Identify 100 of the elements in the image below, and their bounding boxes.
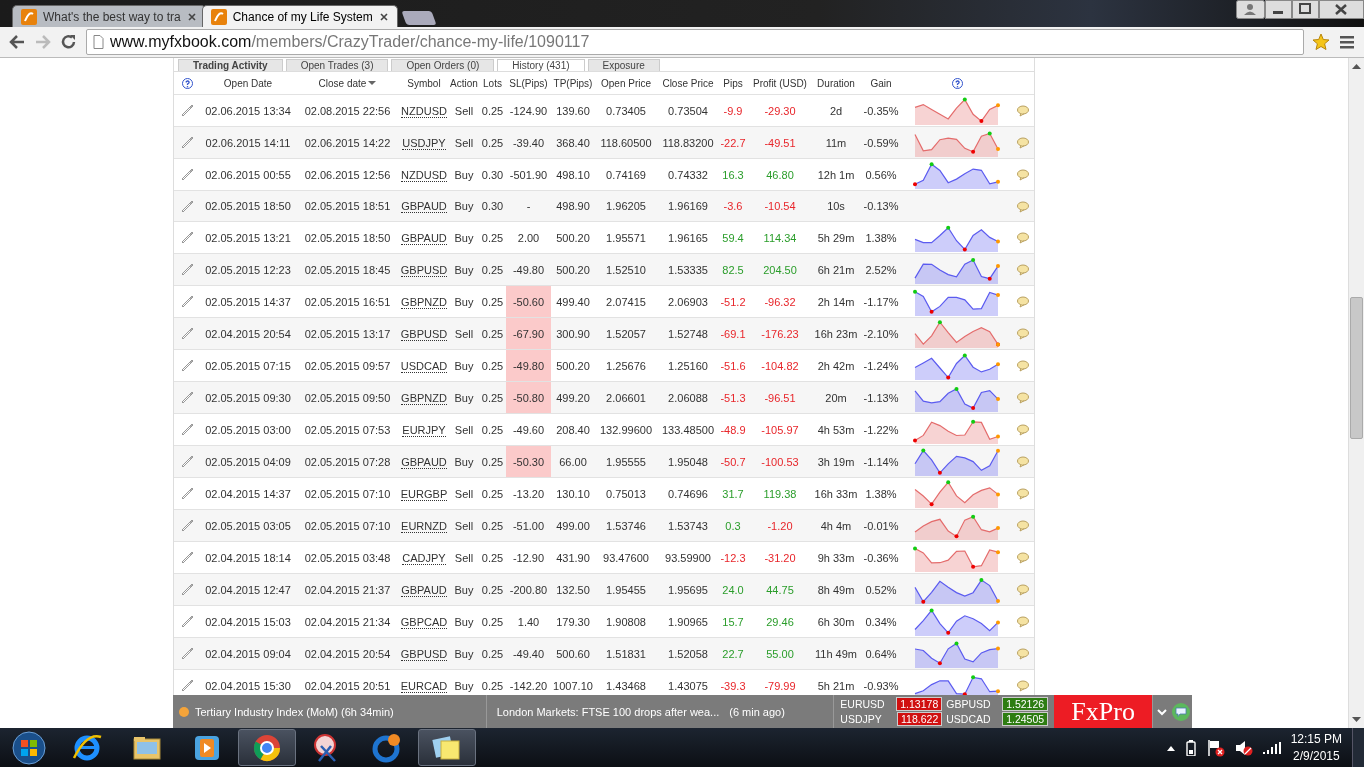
comment-icon[interactable] <box>1016 264 1029 277</box>
table-cell: -51.00 <box>512 519 545 532</box>
table-cell: 02.04.2015 20:54 <box>304 647 391 660</box>
table-cell: 55.00 <box>766 647 794 660</box>
scroll-up-icon[interactable] <box>1352 64 1361 69</box>
comment-icon[interactable] <box>1016 616 1029 629</box>
back-icon[interactable] <box>8 33 26 51</box>
column-header[interactable]: Close Price <box>662 77 714 89</box>
symbol-link[interactable]: EURCAD <box>400 679 448 693</box>
table-cell: 0.30 <box>481 200 504 212</box>
table-cell: 1.90965 <box>668 615 708 628</box>
column-header[interactable]: TP(Pips) <box>553 77 593 89</box>
comment-icon[interactable] <box>1016 296 1029 309</box>
column-header[interactable]: Lots <box>483 77 502 89</box>
comment-icon[interactable] <box>1016 488 1029 501</box>
table-cell: -50.80 <box>512 391 545 404</box>
column-header[interactable]: Duration <box>817 77 855 89</box>
page-tab[interactable]: Open Orders (0) <box>391 59 495 71</box>
menu-icon[interactable] <box>1338 33 1356 51</box>
table-cell: 1.52748 <box>668 327 708 340</box>
page-tab[interactable]: History (431) <box>497 59 585 71</box>
action-center-flag-icon[interactable] <box>1206 738 1225 757</box>
comment-icon[interactable] <box>1016 424 1029 437</box>
page-tab[interactable]: Exposure <box>587 59 660 71</box>
forward-icon[interactable] <box>34 33 52 51</box>
battery-icon[interactable] <box>1184 739 1197 756</box>
start-button-icon[interactable] <box>12 730 46 765</box>
volume-muted-icon[interactable] <box>1234 738 1253 757</box>
star-icon[interactable] <box>1312 33 1330 51</box>
address-field[interactable]: www.myfxbook.com/members/CrazyTrader/chance-my-life/1090117 <box>86 29 1304 55</box>
help-icon[interactable] <box>181 77 193 89</box>
comment-icon[interactable] <box>1016 456 1029 469</box>
page-tab[interactable]: Trading Activity <box>178 59 283 71</box>
table-cell: 0.25 <box>481 487 504 500</box>
show-hidden-icons-icon[interactable] <box>1166 744 1175 751</box>
table-cell: 02.05.2015 09:50 <box>304 391 391 404</box>
table-cell: 0.74696 <box>668 487 708 500</box>
symbol-link[interactable]: EURGBP <box>400 487 448 501</box>
reload-icon[interactable] <box>60 33 78 51</box>
table-cell: -1.14% <box>863 455 899 468</box>
symbol-link[interactable]: NZDUSD <box>401 168 447 182</box>
signal-icon[interactable] <box>1262 741 1281 754</box>
user-icon[interactable] <box>1236 0 1265 19</box>
comment-icon[interactable] <box>1016 232 1029 245</box>
scroll-down-icon[interactable] <box>1352 717 1361 722</box>
page-tab[interactable]: Open Trades (3) <box>285 59 389 71</box>
column-header[interactable]: Symbol <box>407 77 441 89</box>
comment-icon[interactable] <box>1016 520 1029 533</box>
column-header[interactable]: Gain <box>870 77 892 89</box>
show-desktop-button[interactable] <box>1352 728 1364 767</box>
comment-icon[interactable] <box>1016 360 1029 373</box>
help-icon[interactable] <box>951 77 963 89</box>
symbol-link[interactable]: NZDUSD <box>401 104 447 118</box>
taskbar-app-button[interactable] <box>418 729 476 766</box>
close-icon[interactable] <box>1319 0 1364 19</box>
comment-icon[interactable] <box>1016 105 1029 118</box>
column-header[interactable]: Open Price <box>601 77 651 89</box>
column-header[interactable]: Profit (USD) <box>753 77 807 89</box>
news-headline-link[interactable]: London Markets: FTSE 100 drops after wea... <box>496 705 720 718</box>
column-header[interactable]: SL(Pips) <box>509 77 548 89</box>
news-event-link[interactable]: Tertiary Industry Index (MoM) (6h 34min) <box>195 705 394 718</box>
minimize-icon[interactable] <box>1265 0 1292 19</box>
column-header[interactable]: Open Date <box>223 77 273 89</box>
comment-icon[interactable] <box>1016 328 1029 341</box>
symbol-link[interactable]: GBPCAD <box>400 615 448 629</box>
column-header[interactable]: Pips <box>723 77 743 89</box>
comment-icon[interactable] <box>1016 680 1029 693</box>
table-cell: 2.07415 <box>606 295 646 308</box>
comment-icon[interactable] <box>1016 169 1029 182</box>
browser-tab[interactable]: Chance of my Life System <box>201 5 398 27</box>
comment-icon[interactable] <box>1016 584 1029 597</box>
table-cell: 4h 4m <box>820 519 852 532</box>
close-icon[interactable] <box>186 11 197 22</box>
comment-icon[interactable] <box>1016 200 1029 213</box>
chevron-down-icon[interactable] <box>1156 707 1167 716</box>
close-icon[interactable] <box>378 11 389 22</box>
fxpro-logo[interactable]: FxPro <box>1054 695 1153 728</box>
comment-icon[interactable] <box>1016 392 1029 405</box>
table-cell: -104.82 <box>761 359 799 372</box>
scroll-thumb[interactable] <box>1350 297 1363 439</box>
symbol-link[interactable]: GBPAUD <box>401 231 447 245</box>
table-cell: -100.53 <box>761 455 799 468</box>
symbol-link[interactable]: GBPNZD <box>401 295 447 309</box>
column-header[interactable]: Action <box>450 77 478 89</box>
symbol-link[interactable]: USDCAD <box>400 359 448 373</box>
comment-icon[interactable] <box>1016 552 1029 565</box>
table-cell: 1.51831 <box>606 647 646 660</box>
scrollbar[interactable] <box>1348 58 1364 728</box>
comment-icon[interactable] <box>1016 137 1029 150</box>
symbol-link[interactable]: EURJPY <box>402 423 446 437</box>
table-cell: 11h 49m <box>815 647 857 660</box>
column-header[interactable]: Close date <box>318 77 377 89</box>
clock[interactable]: 12:15 PM 2/9/2015 <box>1290 730 1342 765</box>
table-cell: 02.04.2015 12:47 <box>205 583 291 596</box>
new-tab-button[interactable] <box>401 11 437 25</box>
taskbar-app-button[interactable] <box>238 729 296 766</box>
comment-icon[interactable] <box>1016 648 1029 661</box>
chat-icon[interactable] <box>1172 702 1190 721</box>
maximize-icon[interactable] <box>1292 0 1319 19</box>
symbol-link[interactable]: CADJPY <box>402 551 446 565</box>
